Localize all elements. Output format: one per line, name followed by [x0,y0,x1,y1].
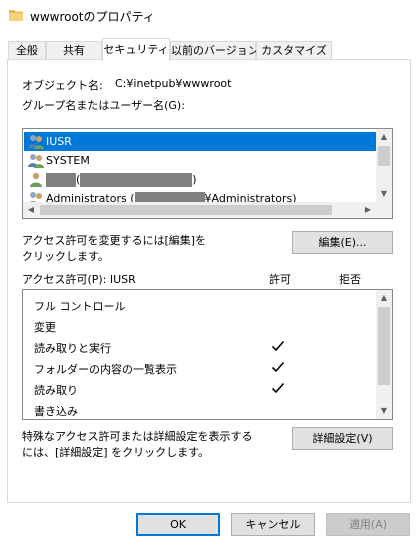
advanced-hint-line2: には、[詳細設定] をクリックします。 [22,446,209,459]
tab-customize[interactable]: カスタマイズ [256,41,332,60]
edit-hint-line1: アクセス許可を変更するには[編集]を [22,234,207,247]
principals-horizontal-scrollbar[interactable]: ◀ ▶ [23,202,392,218]
title-bar[interactable]: wwwrootのプロパティ [0,0,418,32]
redacted-block [80,173,193,187]
principal-name-suffix: ) [192,173,197,186]
table-row: フル コントロール [23,295,377,316]
redacted-block [46,173,76,187]
checkmark-icon [271,340,285,352]
permissions-list[interactable]: フル コントロール 変更 読み取りと実行 フォルダーの内容の一覧表示 読み取り … [22,289,393,420]
scroll-left-icon[interactable]: ◀ [23,202,39,218]
advanced-hint-line1: 特殊なアクセス許可または詳細設定を表示する [22,430,253,443]
permission-name: 読み取り [34,384,78,397]
object-name-value: C:¥inetpub¥wwwroot [115,77,232,90]
folder-icon [9,10,23,21]
advanced-button[interactable]: 詳細設定(V) [292,427,393,450]
permissions-vertical-scrollbar[interactable]: ▲ ▼ [376,290,392,419]
edit-hint-line2: クリックします。 [22,250,109,263]
permission-name: フォルダーの内容の一覧表示 [34,363,177,376]
tab-security[interactable]: セキュリティ [102,38,170,61]
group-or-user-label: グループ名またはユーザー名(G): [22,99,185,112]
user-group-icon [28,135,44,149]
scroll-down-icon[interactable]: ▼ [376,403,392,419]
scroll-right-icon[interactable]: ▶ [360,202,376,218]
list-item[interactable]: IUSR [24,132,378,151]
object-name-label: オブジェクト名: [22,79,103,92]
tab-strip: 全般 共有 セキュリティ 以前のバージョン カスタマイズ [0,38,418,61]
single-user-icon [30,172,42,187]
permission-name: フル コントロール [34,300,126,313]
apply-button[interactable]: 適用(A) [326,513,410,536]
permission-name: 変更 [34,321,56,334]
checkmark-icon [271,361,285,373]
tab-previous-versions[interactable]: 以前のバージョン [170,41,259,60]
principals-list[interactable]: IUSR SYSTEM () Administrators (¥Administ… [22,128,393,219]
scroll-thumb[interactable] [40,205,332,215]
edit-button[interactable]: 編集(E)... [292,231,393,254]
allow-column-header: 許可 [269,273,291,286]
table-row: フォルダーの内容の一覧表示 [23,358,377,379]
tab-sharing[interactable]: 共有 [46,41,102,60]
scroll-down-icon[interactable]: ▼ [376,186,392,202]
principal-name: IUSR [46,135,72,148]
table-row: 書き込み [23,400,377,419]
table-row: 読み取りと実行 [23,337,377,358]
permission-name: 書き込み [34,405,78,418]
table-row: 変更 [23,316,377,337]
table-row: 読み取り [23,379,377,400]
deny-column-header: 拒否 [339,273,361,286]
scroll-up-icon[interactable]: ▲ [376,129,392,145]
ok-button[interactable]: OK [136,513,220,536]
principals-vertical-scrollbar[interactable]: ▲ ▼ [376,129,392,202]
cancel-button[interactable]: キャンセル [231,513,315,536]
checkmark-icon [271,382,285,394]
tab-general[interactable]: 全般 [8,41,46,60]
permissions-for-label: アクセス許可(P): IUSR [22,273,136,286]
scroll-thumb[interactable] [378,307,390,385]
list-item[interactable]: SYSTEM [24,151,378,170]
scroll-up-icon[interactable]: ▲ [376,290,392,306]
principal-name: SYSTEM [46,154,90,167]
permission-name: 読み取りと実行 [34,342,111,355]
user-group-icon [28,154,44,168]
scroll-thumb[interactable] [378,146,390,166]
list-item[interactable]: () [24,170,378,189]
window-title: wwwrootのプロパティ [30,10,155,24]
